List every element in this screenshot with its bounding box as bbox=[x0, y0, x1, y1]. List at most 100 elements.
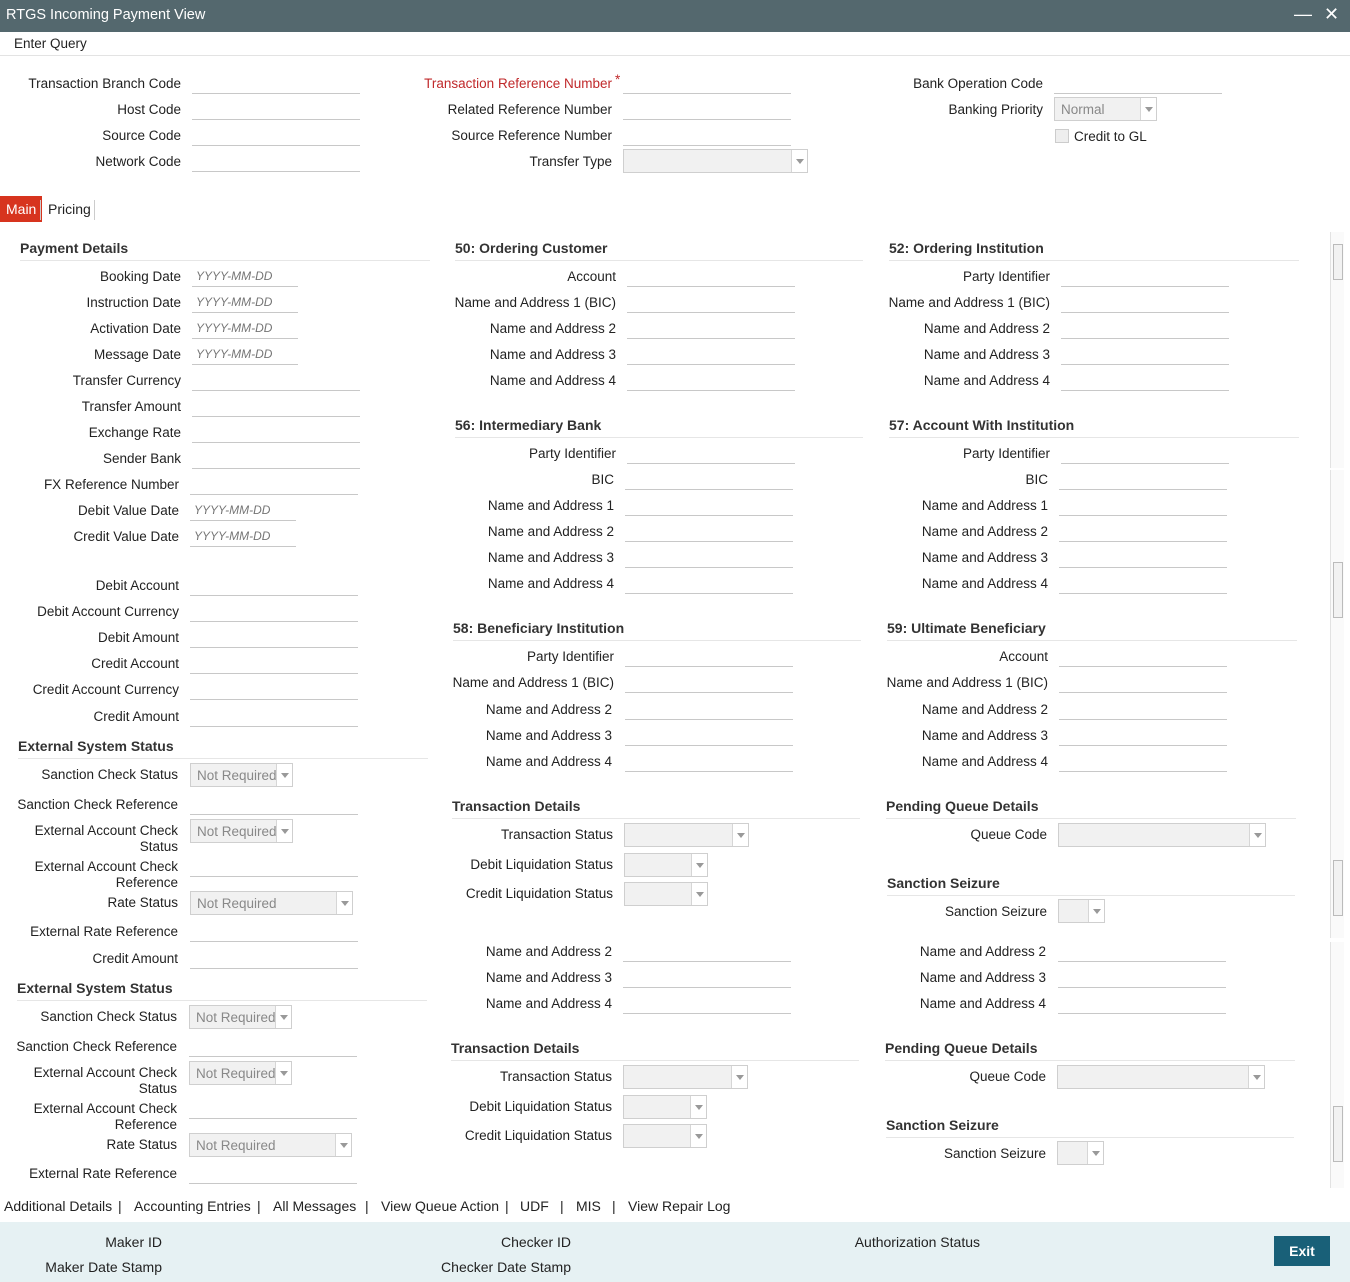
sanction-seizure-select[interactable] bbox=[1057, 1141, 1104, 1165]
debit-liquidation-status-select[interactable] bbox=[623, 1095, 707, 1119]
ordering-institution-na3-input[interactable] bbox=[1061, 343, 1229, 365]
view-queue-action-link[interactable]: View Queue Action bbox=[381, 1198, 499, 1214]
ordering-institution-na1-input[interactable] bbox=[1061, 291, 1229, 313]
intermediary-na1-input[interactable] bbox=[625, 494, 793, 516]
external-account-check-status-select[interactable]: Not Required bbox=[190, 819, 293, 843]
mis-link[interactable]: MIS bbox=[576, 1198, 601, 1214]
intermediary-na3-input[interactable] bbox=[625, 546, 793, 568]
fx-reference-number-input[interactable] bbox=[190, 473, 358, 495]
activation-date-input[interactable] bbox=[192, 317, 298, 339]
network-code-input[interactable] bbox=[192, 150, 360, 172]
tab-main[interactable]: Main bbox=[0, 196, 43, 222]
awi-na3-input[interactable] bbox=[1059, 546, 1227, 568]
ub-na3-input[interactable] bbox=[1059, 724, 1227, 746]
awi-na4-input[interactable] bbox=[1059, 572, 1227, 594]
source-reference-number-input[interactable] bbox=[623, 124, 791, 146]
view-repair-log-link[interactable]: View Repair Log bbox=[628, 1198, 730, 1214]
additional-details-link[interactable]: Additional Details bbox=[4, 1198, 112, 1214]
queue-code-select[interactable] bbox=[1057, 1065, 1265, 1089]
scrollbar-thumb[interactable] bbox=[1333, 244, 1343, 280]
scrollbar[interactable] bbox=[1330, 232, 1344, 468]
intermediary-na2-input[interactable] bbox=[625, 520, 793, 542]
scrollbar-thumb[interactable] bbox=[1333, 1106, 1343, 1162]
credit-account-input[interactable] bbox=[190, 652, 358, 674]
credit-amount-input[interactable] bbox=[190, 705, 358, 727]
ub-na4-input[interactable] bbox=[1059, 750, 1227, 772]
transaction-status-select[interactable] bbox=[624, 823, 749, 847]
sanction-check-reference-input[interactable] bbox=[190, 793, 358, 815]
bi-na3-input[interactable] bbox=[625, 724, 793, 746]
na2-input[interactable] bbox=[1058, 940, 1226, 962]
message-date-input[interactable] bbox=[192, 343, 298, 365]
bi-na1-input[interactable] bbox=[625, 671, 793, 693]
enter-query-menu[interactable]: Enter Query bbox=[14, 36, 87, 51]
external-account-check-reference-input[interactable] bbox=[190, 855, 358, 877]
transaction-reference-number-input[interactable] bbox=[623, 72, 791, 94]
tab-pricing[interactable]: Pricing bbox=[42, 196, 97, 222]
accounting-entries-link[interactable]: Accounting Entries bbox=[134, 1198, 251, 1214]
all-messages-link[interactable]: All Messages bbox=[273, 1198, 356, 1214]
instruction-date-input[interactable] bbox=[192, 291, 298, 313]
bi-party-identifier-input[interactable] bbox=[625, 645, 793, 667]
sender-bank-input[interactable] bbox=[192, 447, 360, 469]
related-reference-number-input[interactable] bbox=[623, 98, 791, 120]
awi-na1-input[interactable] bbox=[1059, 494, 1227, 516]
na4-input[interactable] bbox=[1058, 992, 1226, 1014]
booking-date-input[interactable] bbox=[192, 265, 298, 287]
sanction-seizure-select[interactable] bbox=[1058, 899, 1105, 923]
ordering-customer-na4-input[interactable] bbox=[627, 369, 795, 391]
debit-liquidation-status-select[interactable] bbox=[624, 853, 708, 877]
debit-account-currency-input[interactable] bbox=[190, 600, 358, 622]
transaction-status-select[interactable] bbox=[623, 1065, 748, 1089]
bank-operation-code-input[interactable] bbox=[1054, 72, 1222, 94]
awi-bic-input[interactable] bbox=[1059, 468, 1227, 490]
ordering-institution-na4-input[interactable] bbox=[1061, 369, 1229, 391]
ordering-institution-party-identifier-input[interactable] bbox=[1061, 265, 1229, 287]
sanction-check-status-select[interactable]: Not Required bbox=[190, 763, 293, 787]
ordering-customer-na1-input[interactable] bbox=[627, 291, 795, 313]
exit-button[interactable]: Exit bbox=[1274, 1236, 1330, 1266]
debit-amount-input[interactable] bbox=[190, 626, 358, 648]
sanction-check-status-select[interactable]: Not Required bbox=[189, 1005, 292, 1029]
bi-na4-input[interactable] bbox=[625, 750, 793, 772]
transaction-branch-code-input[interactable] bbox=[192, 72, 360, 94]
minimize-icon[interactable]: — bbox=[1294, 4, 1312, 25]
na3-input[interactable] bbox=[1058, 966, 1226, 988]
scrollbar[interactable] bbox=[1330, 470, 1344, 938]
queue-code-select[interactable] bbox=[1058, 823, 1266, 847]
scrollbar-thumb[interactable] bbox=[1333, 860, 1343, 916]
intermediary-party-identifier-input[interactable] bbox=[627, 442, 795, 464]
external-account-check-reference-input[interactable] bbox=[189, 1097, 357, 1119]
transfer-amount-input[interactable] bbox=[192, 395, 360, 417]
na3-input[interactable] bbox=[623, 966, 791, 988]
ordering-customer-account-input[interactable] bbox=[627, 265, 795, 287]
awi-na2-input[interactable] bbox=[1059, 520, 1227, 542]
ordering-customer-na2-input[interactable] bbox=[627, 317, 795, 339]
ub-na2-input[interactable] bbox=[1059, 698, 1227, 720]
ub-na1-input[interactable] bbox=[1059, 671, 1227, 693]
transfer-type-select[interactable] bbox=[623, 149, 808, 173]
debit-value-date-input[interactable] bbox=[190, 499, 296, 521]
esc-credit-amount-input[interactable] bbox=[190, 947, 358, 969]
credit-to-gl-checkbox[interactable] bbox=[1055, 129, 1069, 143]
ordering-institution-na2-input[interactable] bbox=[1061, 317, 1229, 339]
scrollbar-thumb[interactable] bbox=[1333, 562, 1343, 618]
ub-account-input[interactable] bbox=[1059, 645, 1227, 667]
credit-value-date-input[interactable] bbox=[190, 525, 296, 547]
exchange-rate-input[interactable] bbox=[192, 421, 360, 443]
debit-account-input[interactable] bbox=[190, 574, 358, 596]
na2-input[interactable] bbox=[623, 940, 791, 962]
scrollbar[interactable] bbox=[1330, 942, 1344, 1188]
external-rate-reference-input[interactable] bbox=[189, 1162, 357, 1184]
udf-link[interactable]: UDF bbox=[520, 1198, 549, 1214]
host-code-input[interactable] bbox=[192, 98, 360, 120]
bi-na2-input[interactable] bbox=[625, 698, 793, 720]
external-account-check-status-select[interactable]: Not Required bbox=[189, 1061, 292, 1085]
awi-party-identifier-input[interactable] bbox=[1061, 442, 1229, 464]
credit-account-currency-input[interactable] bbox=[190, 678, 358, 700]
source-code-input[interactable] bbox=[192, 124, 360, 146]
close-icon[interactable]: ✕ bbox=[1324, 4, 1339, 25]
external-rate-reference-input[interactable] bbox=[190, 920, 358, 942]
credit-liquidation-status-select[interactable] bbox=[623, 1124, 707, 1148]
rate-status-select[interactable]: Not Required bbox=[190, 891, 353, 915]
